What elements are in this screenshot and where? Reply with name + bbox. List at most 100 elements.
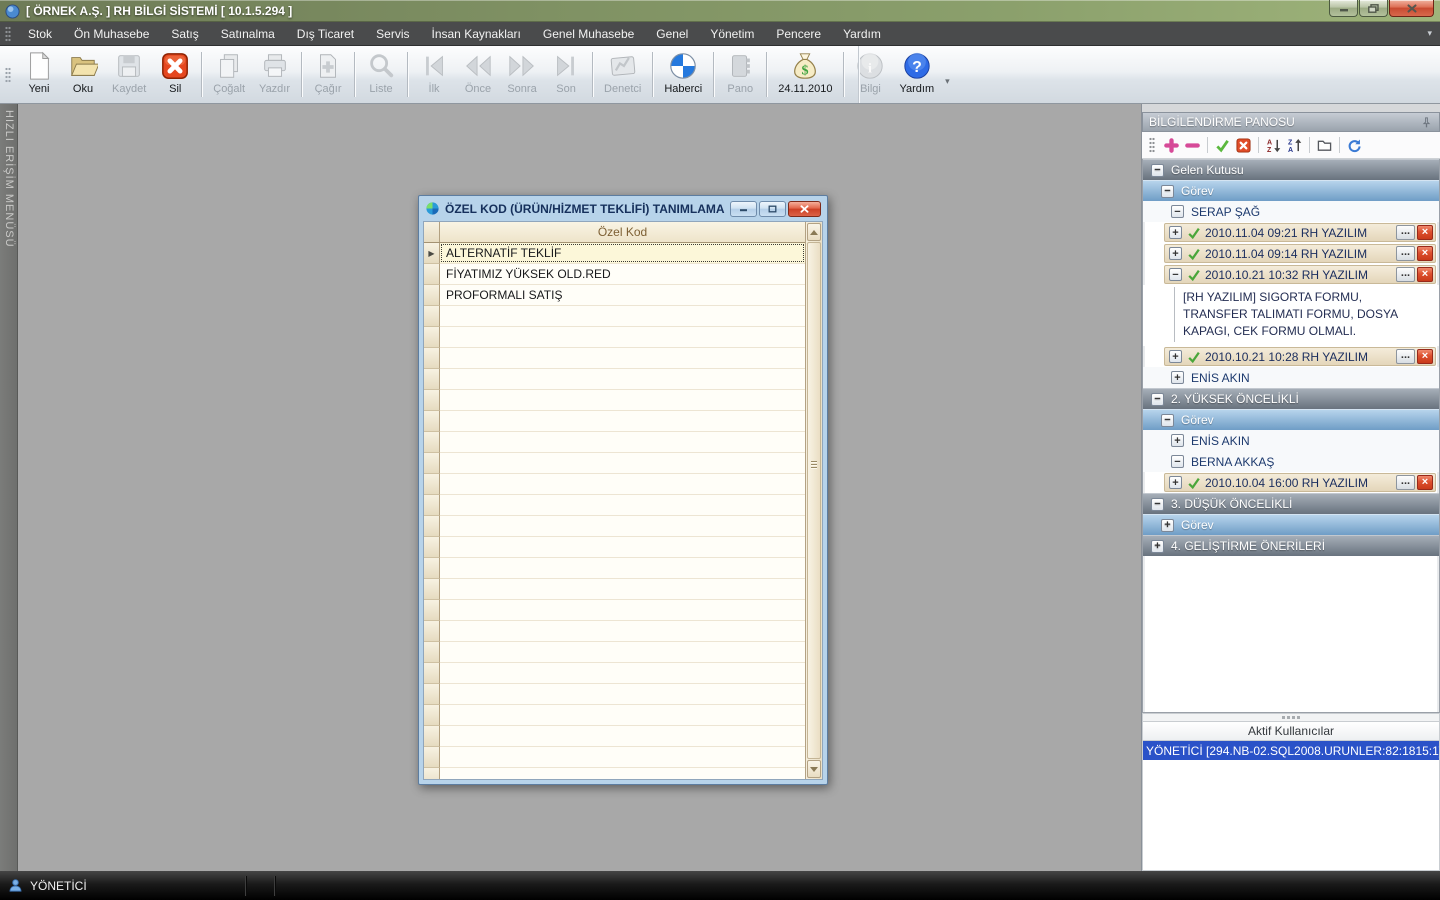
- tree-group[interactable]: −3. DÜŞÜK ÖNCELİKLİ: [1143, 493, 1439, 514]
- quick-access-strip[interactable]: HIZLI ERİŞİM MENÜSÜ: [0, 104, 18, 871]
- expander-icon[interactable]: −: [1151, 163, 1164, 177]
- grid-vertical-scrollbar[interactable]: [805, 222, 822, 779]
- row-header-cell[interactable]: [424, 621, 440, 642]
- grid-cell[interactable]: ALTERNATİF TEKLİF: [440, 243, 805, 263]
- window-close-button[interactable]: [1389, 0, 1434, 17]
- dialog-titlebar[interactable]: ÖZEL KOD (ÜRÜN/HİZMET TEKLİFİ) TANIMLAMA: [423, 196, 823, 221]
- grid-cell[interactable]: [440, 306, 805, 326]
- table-row[interactable]: [424, 663, 805, 684]
- table-row[interactable]: [424, 495, 805, 516]
- message-item[interactable]: − 2010.10.21 10:32 RH YAZILIM... ×: [1164, 265, 1436, 284]
- row-header-cell[interactable]: [424, 726, 440, 747]
- table-row[interactable]: [424, 432, 805, 453]
- tree-group[interactable]: − Gelen Kutusu: [1143, 159, 1439, 180]
- table-row[interactable]: [424, 642, 805, 663]
- row-header-cell[interactable]: [424, 390, 440, 411]
- message-item[interactable]: +2010.10.04 16:00 RH YAZILIM... ×: [1164, 473, 1436, 492]
- grid-cell[interactable]: [440, 516, 805, 536]
- remove-item-icon[interactable]: [1182, 135, 1203, 156]
- expander-icon[interactable]: −: [1161, 184, 1174, 198]
- scrollbar-thumb[interactable]: [807, 242, 821, 759]
- approve-icon[interactable]: [1212, 135, 1233, 156]
- table-row[interactable]: [424, 516, 805, 537]
- expander-icon[interactable]: −: [1171, 455, 1184, 468]
- menu-item-genel-muhasebe[interactable]: Genel Muhasebe: [532, 22, 645, 45]
- message-detail-button[interactable]: ...: [1396, 246, 1415, 261]
- row-header-cell[interactable]: [424, 579, 440, 600]
- grid-cell[interactable]: FİYATIMIZ YÜKSEK OLD.RED: [440, 264, 805, 284]
- message-delete-button[interactable]: ×: [1417, 267, 1433, 282]
- menu-item-stok[interactable]: Stok: [17, 22, 63, 45]
- table-row[interactable]: [424, 705, 805, 726]
- table-row[interactable]: [424, 474, 805, 495]
- refresh-icon[interactable]: [1344, 135, 1365, 156]
- toolbar-button-24-11-2010[interactable]: $24.11.2010: [772, 48, 838, 101]
- dialog-minimize-button[interactable]: [730, 200, 757, 217]
- expander-icon[interactable]: +: [1161, 518, 1174, 532]
- tree-person[interactable]: − SERAP ŞAĞ: [1143, 201, 1439, 222]
- expander-icon[interactable]: −: [1151, 392, 1164, 406]
- message-item[interactable]: +2010.10.21 10:28 RH YAZILIM... ×: [1164, 347, 1436, 366]
- expander-icon[interactable]: −: [1171, 205, 1184, 218]
- tree-group[interactable]: +4. GELİŞTİRME ÖNERİLERİ: [1143, 535, 1439, 556]
- message-detail-button[interactable]: ...: [1396, 267, 1415, 282]
- expander-icon[interactable]: +: [1169, 226, 1182, 239]
- grid-column-header[interactable]: Özel Kod: [440, 222, 805, 242]
- grid-cell[interactable]: [440, 621, 805, 641]
- grid-cell[interactable]: [440, 537, 805, 557]
- expander-icon[interactable]: +: [1151, 539, 1164, 553]
- row-header-cell[interactable]: [424, 348, 440, 369]
- tree-subgroup[interactable]: − Görev: [1143, 409, 1439, 430]
- toolbar-button-yard-m[interactable]: ? Yardım: [893, 48, 940, 101]
- toolbar-button-haberci[interactable]: Haberci: [658, 48, 708, 101]
- grid-cell[interactable]: [440, 726, 805, 746]
- expander-icon[interactable]: −: [1161, 413, 1174, 427]
- dialog-close-button[interactable]: [788, 200, 821, 217]
- menu-item-sat-nalma[interactable]: Satınalma: [210, 22, 286, 45]
- expander-icon[interactable]: +: [1171, 371, 1184, 384]
- tree-subgroup[interactable]: − Görev: [1143, 180, 1439, 201]
- table-row[interactable]: FİYATIMIZ YÜKSEK OLD.RED: [424, 264, 805, 285]
- table-row[interactable]: [424, 747, 805, 768]
- tree-person[interactable]: + ENİS AKIN: [1143, 430, 1439, 451]
- grid-cell[interactable]: [440, 600, 805, 620]
- grid-cell[interactable]: [440, 642, 805, 662]
- info-panel-header[interactable]: BİLGİLENDİRME PANOSU: [1142, 112, 1440, 132]
- dialog-restore-button[interactable]: [759, 200, 786, 217]
- table-row[interactable]: [424, 369, 805, 390]
- menu-item-pencere[interactable]: Pencere: [765, 22, 832, 45]
- table-row[interactable]: [424, 684, 805, 705]
- panel-toolbar-grip[interactable]: [1149, 137, 1155, 153]
- table-row[interactable]: [424, 579, 805, 600]
- table-row[interactable]: [424, 537, 805, 558]
- row-header-cell[interactable]: [424, 453, 440, 474]
- message-delete-button[interactable]: ×: [1417, 225, 1433, 240]
- menu-item-y-netim[interactable]: Yönetim: [699, 22, 765, 45]
- reject-icon[interactable]: [1233, 135, 1254, 156]
- menu-item-sat-[interactable]: Satış: [160, 22, 209, 45]
- grid-cell[interactable]: [440, 369, 805, 389]
- table-row[interactable]: [424, 411, 805, 432]
- message-delete-button[interactable]: ×: [1417, 349, 1433, 364]
- expander-icon[interactable]: +: [1169, 247, 1182, 260]
- table-row[interactable]: [424, 390, 805, 411]
- grid-cell[interactable]: [440, 495, 805, 515]
- message-delete-button[interactable]: ×: [1417, 475, 1433, 490]
- grid-cell[interactable]: [440, 705, 805, 725]
- row-header-cell[interactable]: [424, 474, 440, 495]
- menubar-grip[interactable]: [5, 25, 11, 42]
- table-row[interactable]: [424, 768, 805, 779]
- row-header-cell[interactable]: ▶: [424, 243, 440, 264]
- window-restore-button[interactable]: [1359, 0, 1388, 17]
- tree-subgroup[interactable]: + Görev: [1143, 514, 1439, 535]
- toolbar-overflow-chevron-icon[interactable]: ▾: [941, 76, 954, 87]
- menu-item-d-ticaret[interactable]: Dış Ticaret: [286, 22, 365, 45]
- menu-item-i-nsan-kaynaklar-[interactable]: İnsan Kaynakları: [421, 22, 532, 45]
- menu-item-genel[interactable]: Genel: [645, 22, 699, 45]
- message-delete-button[interactable]: ×: [1417, 246, 1433, 261]
- menu-overflow-chevron-icon[interactable]: ▾: [1427, 22, 1432, 45]
- sort-descending-icon[interactable]: ZA: [1284, 135, 1305, 156]
- table-row[interactable]: [424, 600, 805, 621]
- table-row[interactable]: [424, 348, 805, 369]
- expander-icon[interactable]: +: [1169, 476, 1182, 489]
